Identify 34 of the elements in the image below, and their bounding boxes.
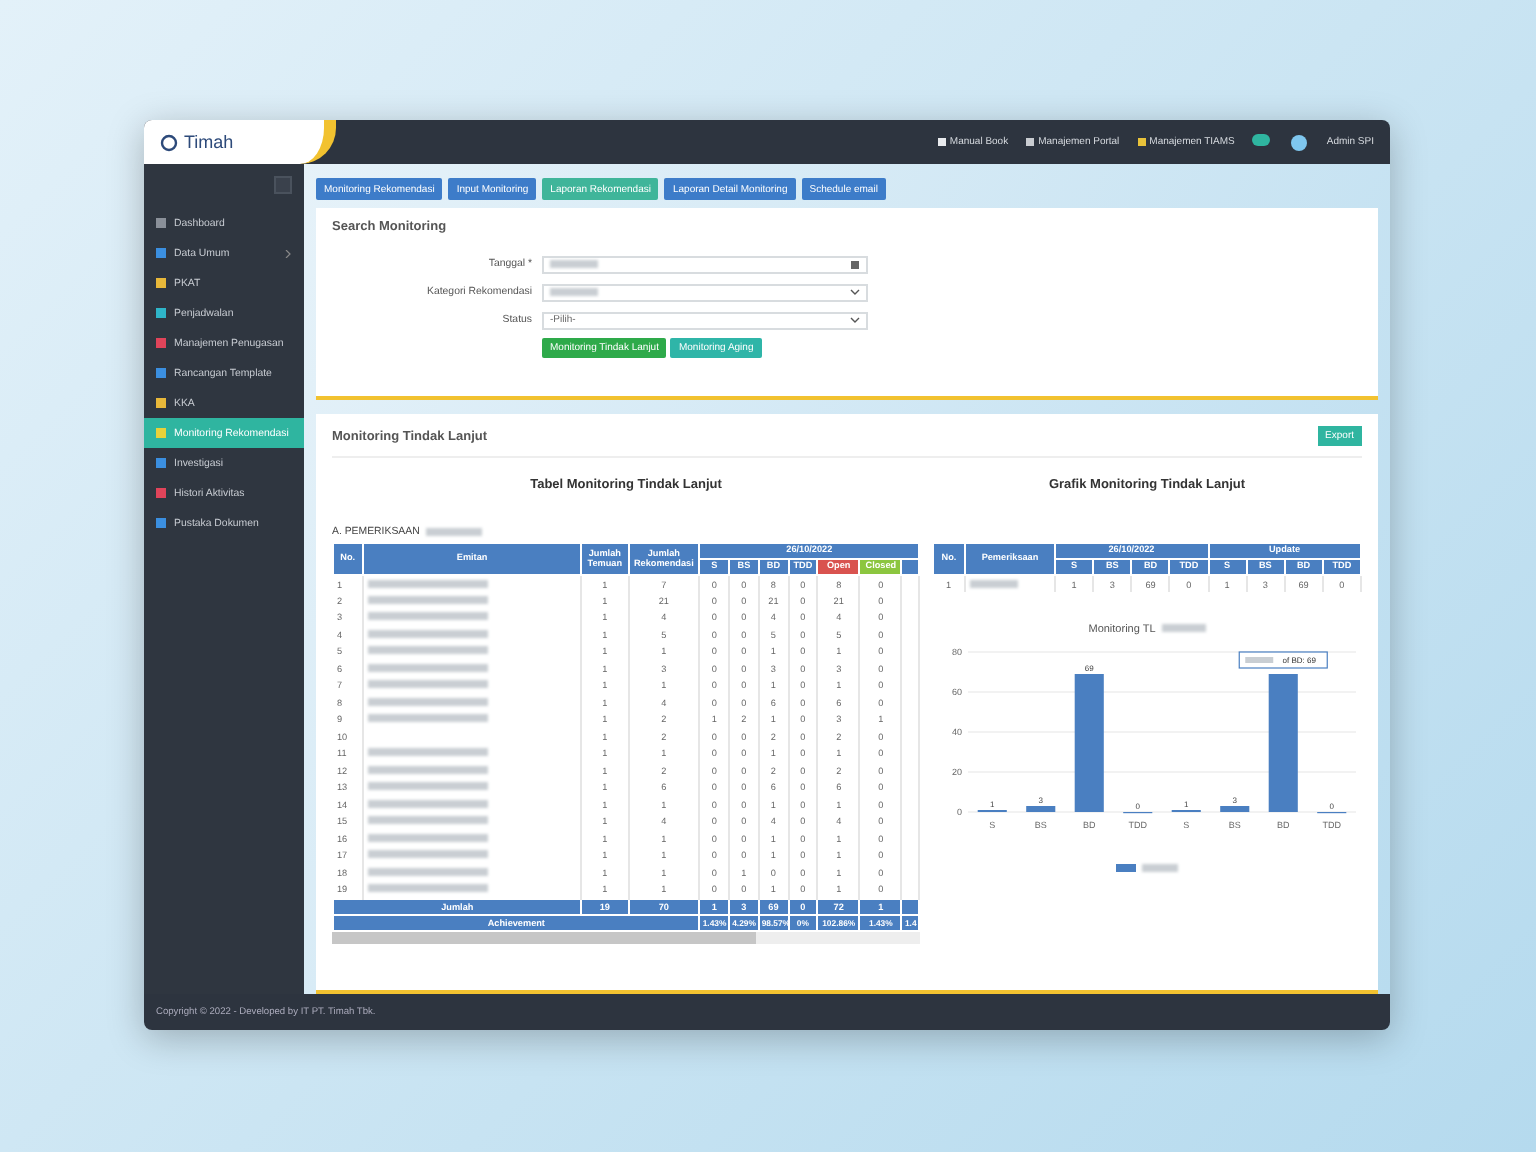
chevron-icon <box>284 249 292 257</box>
blurred-text <box>367 833 488 842</box>
blurred-text <box>367 850 488 859</box>
blurred-text <box>367 629 488 638</box>
bar <box>1268 674 1298 812</box>
chevron-down-icon <box>850 316 860 324</box>
blurred-text <box>970 579 1018 587</box>
bar <box>1220 806 1250 812</box>
date-field[interactable] <box>542 255 868 273</box>
blurred-text <box>367 816 488 825</box>
blurred-text <box>367 579 488 587</box>
blurred-text <box>367 663 488 672</box>
bar <box>1074 674 1104 812</box>
blurred-text <box>367 680 488 689</box>
bar <box>1026 806 1056 812</box>
blurred-text <box>367 595 488 604</box>
chevron-down-icon <box>850 288 860 296</box>
blurred-text <box>367 867 488 876</box>
blurred-text <box>367 612 488 621</box>
notification-icon[interactable] <box>1252 134 1273 150</box>
sidebar-toggle[interactable] <box>274 176 292 194</box>
blurred-text <box>367 782 488 791</box>
select-field[interactable] <box>542 283 868 301</box>
logo-icon <box>160 133 178 151</box>
blurred-text <box>367 765 488 774</box>
logo-text: Timah <box>184 132 234 152</box>
blurred-text <box>367 799 488 808</box>
calendar-icon <box>850 259 860 269</box>
blurred-text <box>367 697 488 706</box>
user-avatar[interactable] <box>1290 133 1309 151</box>
blurred-text <box>367 884 488 892</box>
blurred-text <box>367 748 488 757</box>
blurred-text <box>367 646 488 655</box>
blurred-text <box>367 714 488 723</box>
